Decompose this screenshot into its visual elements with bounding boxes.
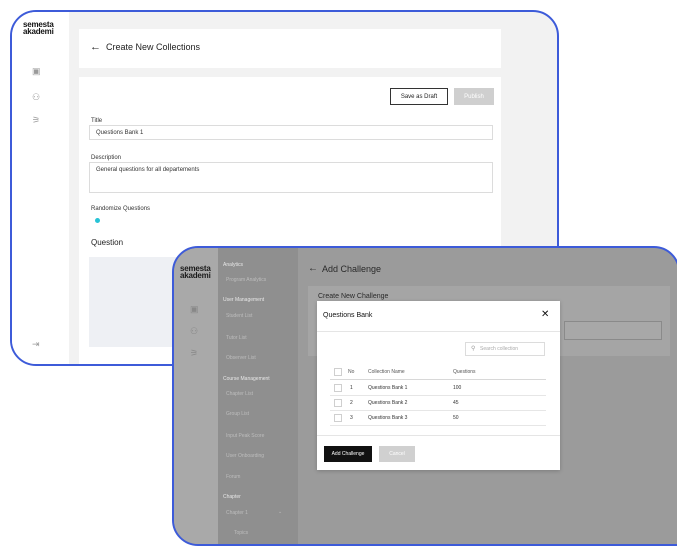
description-input[interactable]: General questions for all departements — [89, 162, 493, 193]
org-icon[interactable]: ⚞ — [190, 348, 198, 359]
row-name: Questions Bank 3 — [368, 415, 408, 421]
search-placeholder: Search collection — [480, 346, 519, 352]
divider — [317, 435, 560, 436]
row-checkbox[interactable] — [334, 384, 342, 392]
users-icon[interactable]: ⚇ — [190, 326, 198, 337]
dimmed-input — [564, 321, 662, 340]
sidebar: semesta akademi ▣ ⚇ ⚞ ⇥ — [12, 12, 69, 364]
org-icon[interactable]: ⚞ — [32, 115, 40, 126]
sidebar: semesta akademi ▣ ⚇ ⚞ — [174, 248, 218, 544]
chevron-down-icon[interactable]: ⌄ — [278, 509, 282, 515]
form-title: Create New Challenge — [318, 293, 389, 300]
questions-bank-modal: Questions Bank ✕ ⚲ Search collection No … — [317, 301, 560, 470]
nav-item-chapter-1[interactable]: Chapter 1 — [226, 510, 248, 516]
nav-head-user-management: User Management — [223, 297, 265, 303]
question-heading: Question — [91, 238, 124, 247]
select-all-checkbox[interactable] — [334, 368, 342, 376]
book-icon[interactable]: ▣ — [190, 304, 199, 315]
row-no: 2 — [350, 400, 353, 406]
nav-item-user-onboarding[interactable]: User Onboarding — [226, 453, 264, 459]
randomize-label: Randomize Questions — [91, 206, 151, 212]
publish-button[interactable]: Publish — [454, 88, 494, 105]
users-icon[interactable]: ⚇ — [32, 92, 40, 103]
nav-head-chapter: Chapter — [223, 494, 241, 500]
row-no: 1 — [350, 385, 353, 391]
header-collection-name: Collection Name — [368, 369, 405, 375]
nav-item-student-list[interactable]: Student List — [226, 313, 252, 319]
header-no: No — [348, 369, 355, 375]
close-icon[interactable]: ✕ — [541, 309, 549, 320]
logout-icon[interactable]: ⇥ — [32, 339, 40, 350]
search-icon: ⚲ — [471, 346, 476, 352]
row-questions: 100 — [453, 385, 462, 391]
side-navigation: Analytics Program Analytics User Managem… — [218, 248, 298, 544]
nav-item-input-peak-score[interactable]: Input Peak Score — [226, 433, 264, 439]
cancel-button[interactable]: Cancel — [379, 446, 415, 462]
randomize-toggle[interactable] — [95, 218, 100, 223]
brand-logo: semesta akademi — [23, 20, 54, 36]
row-name: Questions Bank 2 — [368, 400, 408, 406]
nav-item-forum[interactable]: Forum — [226, 474, 240, 480]
divider — [317, 331, 560, 332]
nav-head-analytics: Analytics — [223, 262, 244, 268]
page-title: Add Challenge — [322, 264, 382, 274]
description-label: Description — [91, 155, 122, 161]
row-questions: 45 — [453, 400, 459, 406]
page-title: Create New Collections — [106, 42, 201, 52]
table-row[interactable]: 3 Questions Bank 3 50 — [330, 411, 546, 426]
modal-title: Questions Bank — [323, 312, 373, 319]
back-arrow-icon[interactable]: ← — [308, 263, 318, 274]
row-checkbox[interactable] — [334, 399, 342, 407]
page-header: ← Create New Collections — [79, 29, 501, 68]
title-label: Title — [91, 118, 103, 124]
search-input[interactable]: ⚲ Search collection — [465, 342, 545, 356]
save-draft-button[interactable]: Save as Draft — [390, 88, 448, 105]
row-name: Questions Bank 1 — [368, 385, 408, 391]
challenge-window: semesta akademi ▣ ⚇ ⚞ Analytics Program … — [172, 246, 677, 546]
header-questions: Questions — [453, 369, 476, 375]
nav-item-tutor-list[interactable]: Tutor List — [226, 335, 247, 341]
table-row[interactable]: 2 Questions Bank 2 45 — [330, 396, 546, 411]
back-arrow-icon[interactable]: ← — [90, 41, 101, 53]
row-questions: 50 — [453, 415, 459, 421]
nav-item-topics[interactable]: Topics — [234, 530, 248, 536]
book-icon[interactable]: ▣ — [32, 66, 41, 77]
add-challenge-button[interactable]: Add Challenge — [324, 446, 372, 462]
brand-logo: semesta akademi — [180, 264, 211, 280]
nav-head-course-management: Course Management — [223, 376, 270, 382]
table-header: No Collection Name Questions — [330, 365, 546, 380]
table-row[interactable]: 1 Questions Bank 1 100 — [330, 381, 546, 396]
nav-item-observer-list[interactable]: Observer List — [226, 355, 256, 361]
row-checkbox[interactable] — [334, 414, 342, 422]
title-input[interactable]: Questions Bank 1 — [89, 125, 493, 140]
row-no: 3 — [350, 415, 353, 421]
nav-item-chapter-list[interactable]: Chapter List — [226, 391, 253, 397]
nav-item-program-analytics[interactable]: Program Analytics — [226, 277, 266, 283]
nav-item-group-list[interactable]: Group List — [226, 411, 249, 417]
